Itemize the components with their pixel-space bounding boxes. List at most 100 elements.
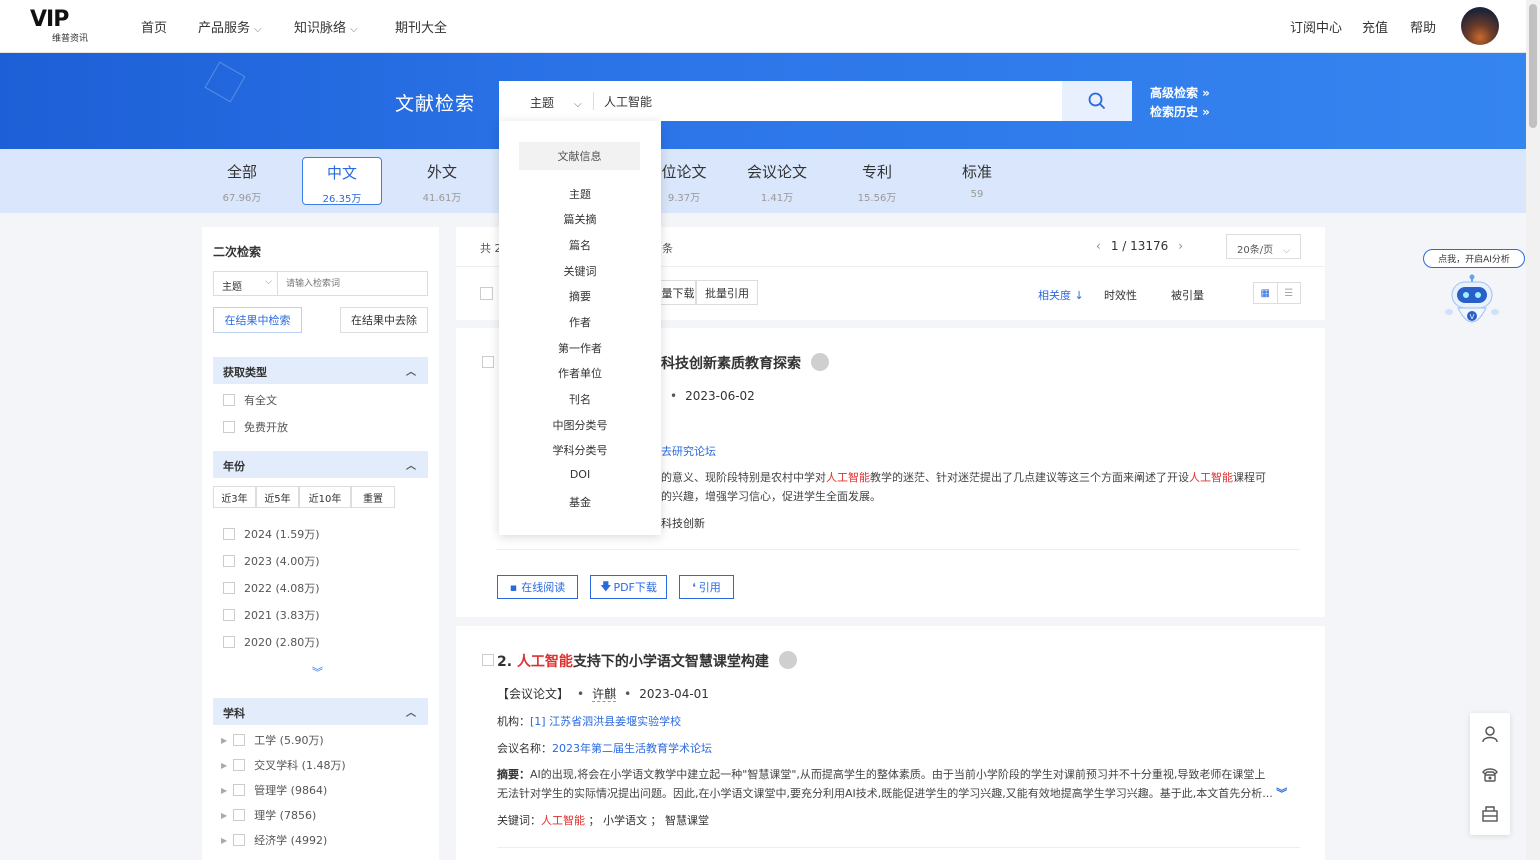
robot-assistant-icon[interactable]: V — [1444, 274, 1500, 334]
result-checkbox[interactable] — [482, 654, 494, 666]
keyword[interactable]: 人工智能 — [541, 814, 585, 827]
search-field-select[interactable]: 主题 ⌵ — [530, 94, 582, 111]
phone-icon[interactable] — [1470, 754, 1510, 794]
cite-button[interactable]: ❛ 引用 — [679, 575, 734, 599]
nav-recharge[interactable]: 充值 — [1362, 17, 1388, 36]
exclude-from-results-button[interactable]: 在结果中去除 — [340, 307, 428, 333]
advanced-search-link[interactable]: 高级检索 » — [1150, 84, 1210, 103]
page-size-select[interactable]: 20条/页 ⌵ — [1226, 234, 1301, 259]
ai-analysis-bubble[interactable]: 点我，开启AI分析 — [1423, 249, 1525, 268]
checkbox[interactable] — [223, 421, 235, 433]
dropdown-item-title-keyword-abstract[interactable]: 篇关摘 — [499, 211, 661, 227]
pdf-download-button[interactable]: 🡇 PDF下载 — [590, 575, 667, 599]
tab-foreign[interactable]: 外文 41.61万 — [402, 157, 482, 205]
checkbox[interactable] — [223, 555, 235, 567]
filter-subject-engineering[interactable]: ▶ 工学 (5.90万) — [221, 732, 324, 748]
customer-service-icon[interactable] — [1470, 714, 1510, 754]
dropdown-item-clc[interactable]: 中图分类号 — [499, 417, 661, 433]
expand-more-icon[interactable]: ︾ — [312, 664, 323, 680]
search-input[interactable] — [604, 89, 1054, 113]
grid-view-icon[interactable]: ▦ — [1254, 283, 1278, 303]
page-scrollbar[interactable] — [1526, 0, 1540, 860]
checkbox[interactable] — [233, 784, 246, 796]
batch-download-button[interactable]: 量下载 — [661, 280, 696, 305]
filter-year-2024[interactable]: 2024 (1.59万) — [223, 526, 320, 542]
year-header[interactable]: 年份 ︿ — [213, 451, 428, 478]
checkbox[interactable] — [233, 759, 246, 771]
nav-help[interactable]: 帮助 — [1410, 17, 1436, 36]
filter-subject-management[interactable]: ▶ 管理学 (9864) — [221, 782, 327, 798]
meeting-link[interactable]: 去研究论坛 — [661, 445, 716, 458]
result-title[interactable]: 科技创新素质教育探索 — [661, 353, 829, 373]
access-type-header[interactable]: 获取类型 ︿ — [213, 357, 428, 384]
ai-summary-icon[interactable] — [778, 651, 797, 669]
filter-subject-economics[interactable]: ▶ 经济学 (4992) — [221, 832, 327, 848]
nav-products[interactable]: 产品服务 ⌵ — [198, 17, 262, 36]
dropdown-item-title[interactable]: 篇名 — [499, 237, 661, 253]
avatar[interactable] — [1461, 7, 1499, 45]
dropdown-item-first-author[interactable]: 第一作者 — [499, 340, 661, 356]
keyword[interactable]: 小学语文 — [603, 814, 647, 827]
feedback-icon[interactable] — [1470, 794, 1510, 834]
expand-abstract-icon[interactable]: ︾ — [1276, 787, 1287, 800]
filter-year-2020[interactable]: 2020 (2.80万) — [223, 634, 320, 650]
tab-all[interactable]: 全部 67.96万 — [202, 157, 282, 205]
sort-recency[interactable]: 时效性 — [1104, 287, 1137, 303]
tab-chinese[interactable]: 中文 26.35万 — [302, 157, 382, 205]
caret-right-icon[interactable]: ▶ — [221, 736, 227, 745]
nav-knowledge[interactable]: 知识脉络 ⌵ — [294, 17, 358, 36]
caret-right-icon[interactable]: ▶ — [221, 761, 227, 770]
ai-summary-icon[interactable] — [811, 353, 829, 371]
checkbox[interactable] — [223, 582, 235, 594]
read-online-button[interactable]: ▪ 在线阅读 — [497, 575, 578, 599]
keyword[interactable]: 科技创新 — [661, 517, 705, 530]
author-link[interactable]: 许麒 — [592, 687, 617, 702]
sort-citations[interactable]: 被引量 — [1171, 287, 1204, 303]
secondary-field-select[interactable]: 主题 ⌵ — [213, 271, 278, 296]
year-10-button[interactable]: 近10年 — [299, 486, 351, 508]
dropdown-item-keyword[interactable]: 关键词 — [499, 263, 661, 279]
checkbox[interactable] — [233, 734, 246, 746]
filter-open-access[interactable]: 免费开放 — [223, 419, 288, 435]
dropdown-item-subject-code[interactable]: 学科分类号 — [499, 442, 661, 458]
filter-subject-interdisciplinary[interactable]: ▶ 交叉学科 (1.48万) — [221, 757, 346, 773]
org-link[interactable]: [1] 江苏省泗洪县姜堰实验学校 — [530, 715, 681, 728]
year-3-button[interactable]: 近3年 — [213, 486, 256, 508]
checkbox[interactable] — [223, 528, 235, 540]
tab-conference[interactable]: 会议论文 1.41万 — [737, 157, 817, 205]
caret-right-icon[interactable]: ▶ — [221, 786, 227, 795]
checkbox[interactable] — [223, 609, 235, 621]
dropdown-item-topic[interactable]: 主题 — [499, 186, 661, 202]
caret-right-icon[interactable]: ▶ — [221, 836, 227, 845]
dropdown-item-fund[interactable]: 基金 — [499, 494, 661, 510]
result-checkbox[interactable] — [482, 356, 494, 368]
filter-subject-science[interactable]: ▶ 理学 (7856) — [221, 807, 316, 823]
checkbox[interactable] — [223, 394, 235, 406]
search-history-link[interactable]: 检索历史 » — [1150, 103, 1210, 122]
dropdown-item-affiliation[interactable]: 作者单位 — [499, 365, 661, 381]
next-page-icon[interactable]: › — [1178, 239, 1183, 253]
checkbox[interactable] — [233, 834, 246, 846]
filter-year-2022[interactable]: 2022 (4.08万) — [223, 580, 320, 596]
year-5-button[interactable]: 近5年 — [256, 486, 299, 508]
year-reset-button[interactable]: 重置 — [351, 486, 395, 508]
scrollbar-thumb[interactable] — [1529, 4, 1537, 128]
tab-standard[interactable]: 标准 59 — [937, 157, 1017, 205]
dropdown-item-abstract[interactable]: 摘要 — [499, 288, 661, 304]
subject-header[interactable]: 学科 ︿ — [213, 698, 428, 725]
keyword[interactable]: 智慧课堂 — [665, 814, 709, 827]
batch-cite-button[interactable]: 批量引用 — [696, 280, 758, 305]
nav-journals[interactable]: 期刊大全 — [395, 17, 447, 36]
dropdown-item-journal[interactable]: 刊名 — [499, 391, 661, 407]
vip-logo[interactable]: VIP 维普资讯 — [30, 9, 98, 45]
dropdown-item-doi[interactable]: DOI — [499, 468, 661, 481]
list-view-icon[interactable]: ☰ — [1278, 283, 1301, 303]
tab-patent[interactable]: 专利 15.56万 — [837, 157, 917, 205]
filter-fulltext[interactable]: 有全文 — [223, 392, 277, 408]
secondary-search-input[interactable] — [277, 271, 428, 296]
search-button[interactable] — [1062, 81, 1132, 121]
meeting-link[interactable]: 2023年第二届生活教育学术论坛 — [552, 742, 712, 755]
sort-relevance[interactable]: 相关度 ↓ — [1038, 287, 1084, 303]
filter-year-2021[interactable]: 2021 (3.83万) — [223, 607, 320, 623]
prev-page-icon[interactable]: ‹ — [1096, 239, 1101, 253]
